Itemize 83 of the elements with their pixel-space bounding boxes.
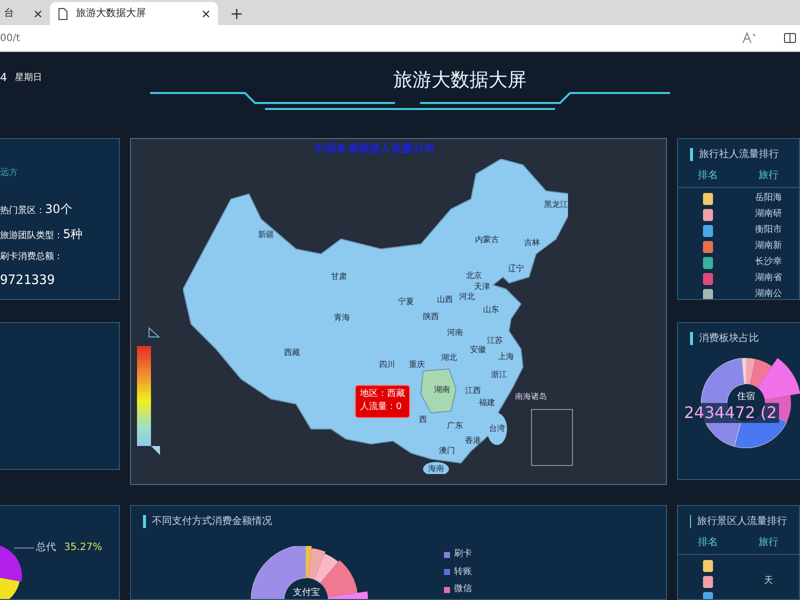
region-label: 台湾 [489, 425, 505, 433]
table-cell-text: 湖南研 [754, 208, 783, 221]
region-label: 海南 [428, 465, 444, 473]
stat-value: 30个 [45, 200, 72, 218]
region-label: 西 [419, 416, 427, 424]
region-label: 香港 [465, 437, 481, 445]
region-label: 西藏 [284, 349, 300, 357]
browser-tab[interactable]: 旅游大数据大屏 [50, 2, 218, 25]
stat-value: 5种 [63, 226, 83, 243]
region-label: 吉林 [524, 239, 540, 247]
tab-title: 旅游大数据大屏 [76, 6, 147, 21]
table-cell-text: 衡阳市 [754, 224, 783, 237]
region-label: 新疆 [258, 231, 274, 239]
south-sea-inset [531, 409, 573, 466]
close-icon[interactable] [202, 10, 210, 18]
panel-title: 旅行社人流量排行 [699, 148, 779, 162]
region-label: 陕西 [423, 313, 439, 321]
region-label: 江西 [465, 387, 481, 395]
leader-line [14, 546, 34, 550]
region-label: 北京 [466, 272, 482, 280]
region-label: 湖南 [434, 386, 450, 394]
chart-percent: 35.27% [64, 541, 102, 555]
handle-icon[interactable] [151, 446, 161, 456]
region-label: 天津 [474, 283, 490, 291]
stat-label: 热门景区： [0, 204, 45, 218]
table-cell-text: 湖南省 [754, 272, 783, 285]
stat-label: 旅游团队类型： [0, 230, 63, 243]
region-label: 宁夏 [398, 298, 414, 306]
address-field[interactable]: 00/t [0, 30, 40, 46]
donut-center-label: 支付宝 [293, 587, 320, 599]
region-label: 黑龙江 [544, 201, 568, 209]
column-header: 排名 [697, 536, 719, 550]
table-cell-text: 湖南新 [754, 240, 783, 253]
region-label: 湖北 [441, 354, 457, 362]
split-screen-icon[interactable] [784, 32, 796, 44]
region-label: 河南 [447, 329, 463, 337]
stat-value: 9721339 [0, 272, 56, 290]
panel-title: 旅行景区人流量排行 [697, 514, 787, 529]
date-text: 4 [0, 70, 7, 86]
region-label: 青海 [334, 314, 350, 322]
region-label: 上海 [498, 353, 514, 361]
region-label: 江苏 [487, 337, 503, 345]
region-label: 山西 [437, 296, 453, 304]
weekday-text: 星期日 [15, 72, 42, 85]
donut-center-label: 住宿 [737, 391, 755, 404]
new-tab-button[interactable]: + [230, 6, 244, 22]
region-label: 南海诸岛 [515, 393, 547, 401]
legend-label[interactable]: 刷卡 [454, 548, 472, 562]
region-label: 福建 [479, 399, 495, 407]
panel-title: 不同支付方式消费金额情况 [152, 514, 272, 529]
region-label: 山东 [483, 306, 499, 314]
region-label: 安徽 [470, 346, 486, 354]
legend-label[interactable]: 微信 [454, 583, 472, 596]
read-aloud-icon[interactable] [742, 32, 756, 44]
donut-value-label: 2434472 (2 [682, 403, 779, 423]
table-cell-text: 岳阳海 [754, 192, 783, 205]
page-icon [58, 8, 68, 20]
region-label: 辽宁 [508, 265, 524, 273]
table-cell-text: 长沙幸 [754, 256, 783, 269]
region-label: 重庆 [409, 361, 425, 369]
region-label: 河北 [459, 293, 475, 301]
panel-title: 消费板块占比 [699, 332, 759, 346]
tooltip-text: 人流量：0 [360, 402, 403, 414]
chart-label: 总代 [36, 540, 56, 555]
column-header: 旅行 [758, 168, 780, 183]
region-label: 广东 [447, 422, 463, 430]
region-label: 四川 [379, 361, 395, 369]
legend-label[interactable]: 转账 [454, 566, 472, 579]
region-label: 内蒙古 [475, 236, 499, 244]
table-cell-text: 天 [763, 574, 774, 588]
tab-title: 台 [4, 6, 15, 21]
close-icon[interactable] [34, 10, 42, 18]
table-cell-text: 湖南公 [754, 288, 783, 299]
summary-heading: 远方 [0, 167, 19, 180]
map-title: 中国各省旅游人流量分布 [314, 141, 435, 157]
stat-label: 刷卡消费总额： [0, 250, 64, 264]
region-label: 浙江 [491, 371, 507, 379]
dashboard-title: 旅游大数据大屏 [394, 68, 526, 93]
column-header: 排名 [697, 168, 719, 183]
region-label: 澳门 [439, 447, 455, 455]
tooltip-text: 地区：西藏 [360, 389, 405, 400]
region-label: 甘肃 [331, 273, 347, 281]
column-header: 旅行 [758, 536, 780, 550]
